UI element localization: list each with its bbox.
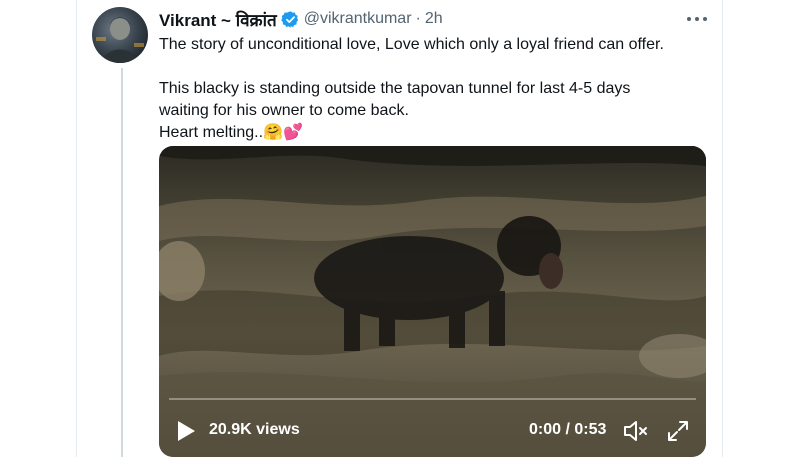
- view-count: 20.9K views: [209, 421, 300, 438]
- play-icon[interactable]: [175, 420, 197, 442]
- timeline-right-border: [722, 0, 723, 457]
- fullscreen-icon[interactable]: [666, 419, 690, 443]
- thread-connector-line: [121, 68, 123, 457]
- avatar[interactable]: [92, 7, 148, 63]
- tweet-text: The story of unconditional love, Love wh…: [159, 34, 719, 144]
- author-handle[interactable]: @vikrantkumar: [304, 10, 412, 28]
- tweet-text-line: The story of unconditional love, Love wh…: [159, 36, 664, 53]
- tweet-text-line: This blacky is standing outside the tapo…: [159, 80, 631, 97]
- author-name[interactable]: Vikrant ~ विक्रांत: [159, 8, 277, 31]
- separator-dot: ·: [415, 10, 421, 27]
- more-icon[interactable]: [682, 10, 712, 28]
- video-timecode: 0:00 / 0:53: [529, 421, 607, 438]
- tweet-text-line: Heart melting..🤗💕: [159, 124, 303, 141]
- volume-icon[interactable]: [623, 419, 649, 443]
- video-player[interactable]: 20.9K views 0:00 / 0:53: [159, 146, 706, 457]
- avatar-image: [96, 17, 144, 63]
- tweet-header: Vikrant ~ विक्रांत @vikrantkumar · 2h: [159, 8, 443, 30]
- video-frame: [159, 146, 706, 457]
- timeline-left-border: [76, 0, 77, 457]
- timestamp[interactable]: 2h: [425, 10, 443, 28]
- video-progress-bar[interactable]: [169, 398, 696, 400]
- verified-badge-icon: [280, 10, 300, 29]
- tweet-text-line: waiting for his owner to come back.: [159, 102, 409, 119]
